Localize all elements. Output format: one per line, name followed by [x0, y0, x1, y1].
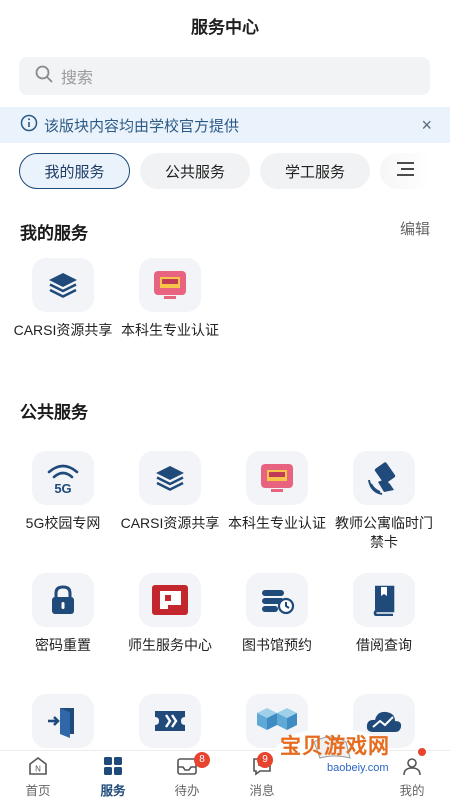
service-item-ticket[interactable] [120, 694, 220, 748]
ticket-icon [139, 694, 201, 748]
todo-badge: 8 [194, 752, 210, 768]
tab-student-affairs[interactable]: 学工服务 [260, 153, 370, 189]
service-category-tabs: 我的服务 公共服务 学工服务 [0, 153, 450, 189]
service-item-teacher-access-card[interactable]: 教师公寓临时门禁卡 [334, 451, 434, 552]
notice-bar: 该版块内容均由学校官方提供 × [0, 107, 450, 143]
home-icon: N [27, 755, 49, 777]
search-input[interactable]: 搜索 [19, 57, 430, 95]
service-label: 本科生专业认证 [121, 322, 219, 338]
access-card-icon [353, 451, 415, 505]
service-label: 借阅查询 [356, 637, 412, 653]
tabbar-label: 待办 [174, 784, 200, 798]
tabbar-label: 服务 [100, 784, 126, 798]
service-item-exit[interactable] [13, 694, 113, 748]
service-label: CARSI资源共享 [120, 515, 220, 531]
monitor-certificate-icon [246, 451, 308, 505]
service-label: CARSI资源共享 [13, 322, 113, 338]
service-item-library-booking[interactable]: 图书馆预约 [227, 573, 327, 655]
service-label: 图书馆预约 [242, 637, 312, 653]
tabbar-label: 首页 [25, 784, 51, 798]
service-item-undergrad-cert[interactable]: 本科生专业认证 [120, 258, 220, 340]
service-center-icon [139, 573, 201, 627]
service-item-password-reset[interactable]: 密码重置 [13, 573, 113, 655]
grid-icon [102, 755, 124, 777]
stack-layers-icon [139, 451, 201, 505]
public-services-title: 公共服务 [20, 403, 88, 422]
tabbar-item-home[interactable]: N 首页 [3, 755, 73, 799]
service-item-borrow-query[interactable]: 借阅查询 [334, 573, 434, 655]
top-header: 服务中心 [0, 0, 450, 50]
tab-public-services[interactable]: 公共服务 [140, 153, 250, 189]
service-item-undergrad-cert[interactable]: 本科生专业认证 [227, 451, 327, 533]
menu-lines-icon [394, 160, 416, 183]
info-icon [20, 114, 38, 137]
library-booking-icon [246, 573, 308, 627]
messages-badge: 9 [257, 752, 273, 768]
my-services-title: 我的服务 [20, 224, 88, 243]
service-item-carsi[interactable]: CARSI资源共享 [120, 451, 220, 533]
service-label: 教师公寓临时门禁卡 [335, 515, 433, 550]
service-label: 5G校园专网 [25, 515, 101, 531]
watermark-text: 宝贝游戏网 [280, 735, 390, 758]
notice-text: 该版块内容均由学校官方提供 [44, 117, 240, 135]
watermark-logo: 宝贝游戏网 baobeiy.com [272, 724, 450, 784]
close-icon[interactable]: × [421, 115, 432, 135]
svg-text:5G: 5G [54, 481, 71, 496]
monitor-certificate-icon [139, 258, 201, 312]
lock-icon [32, 573, 94, 627]
book-icon [353, 573, 415, 627]
stack-layers-icon [32, 258, 94, 312]
service-item-service-center[interactable]: 师生服务中心 [120, 573, 220, 655]
5g-wifi-icon: 5G [32, 451, 94, 505]
svg-text:N: N [35, 765, 41, 774]
page-title: 服务中心 [191, 17, 259, 37]
service-item-carsi[interactable]: CARSI资源共享 [13, 258, 113, 340]
service-label: 师生服务中心 [128, 637, 212, 653]
tab-my-services[interactable]: 我的服务 [19, 153, 130, 189]
search-icon [35, 65, 53, 88]
watermark-url: baobeiy.com [327, 762, 389, 774]
service-label: 密码重置 [35, 637, 91, 653]
tabbar-item-todo[interactable]: 8 待办 [152, 752, 222, 799]
edit-button[interactable]: 编辑 [400, 218, 430, 239]
service-label: 本科生专业认证 [228, 515, 326, 531]
tabbar-item-service[interactable]: 服务 [78, 755, 148, 799]
exit-door-icon [32, 694, 94, 748]
search-placeholder: 搜索 [61, 70, 94, 87]
tab-menu-button[interactable] [380, 153, 430, 189]
service-item-5g[interactable]: 5G 5G校园专网 [13, 451, 113, 533]
